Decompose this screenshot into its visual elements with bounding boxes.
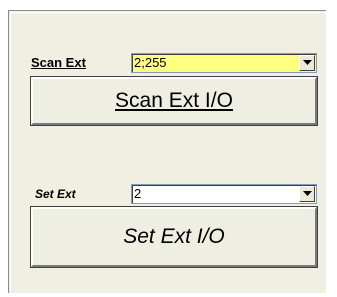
scan-ext-combo[interactable]: 2;255 bbox=[131, 53, 317, 73]
scan-ext-io-button[interactable]: Scan Ext I/O bbox=[30, 76, 318, 126]
set-ext-label: Set Ext bbox=[35, 187, 76, 201]
set-ext-combo[interactable]: 2 bbox=[131, 184, 317, 204]
scan-ext-label: Scan Ext bbox=[31, 55, 86, 70]
chevron-down-icon[interactable] bbox=[299, 186, 315, 202]
set-ext-combo-value: 2 bbox=[134, 186, 142, 201]
chevron-down-icon[interactable] bbox=[299, 55, 315, 71]
set-ext-io-button[interactable]: Set Ext I/O bbox=[30, 206, 318, 268]
set-ext-io-button-label: Set Ext I/O bbox=[123, 225, 225, 248]
scan-ext-combo-value: 2;255 bbox=[134, 55, 167, 70]
scan-ext-io-button-label: Scan Ext I/O bbox=[115, 89, 233, 112]
panel-frame: Scan Ext 2;255 Scan Ext I/O Set Ext 2 Se… bbox=[8, 10, 326, 293]
